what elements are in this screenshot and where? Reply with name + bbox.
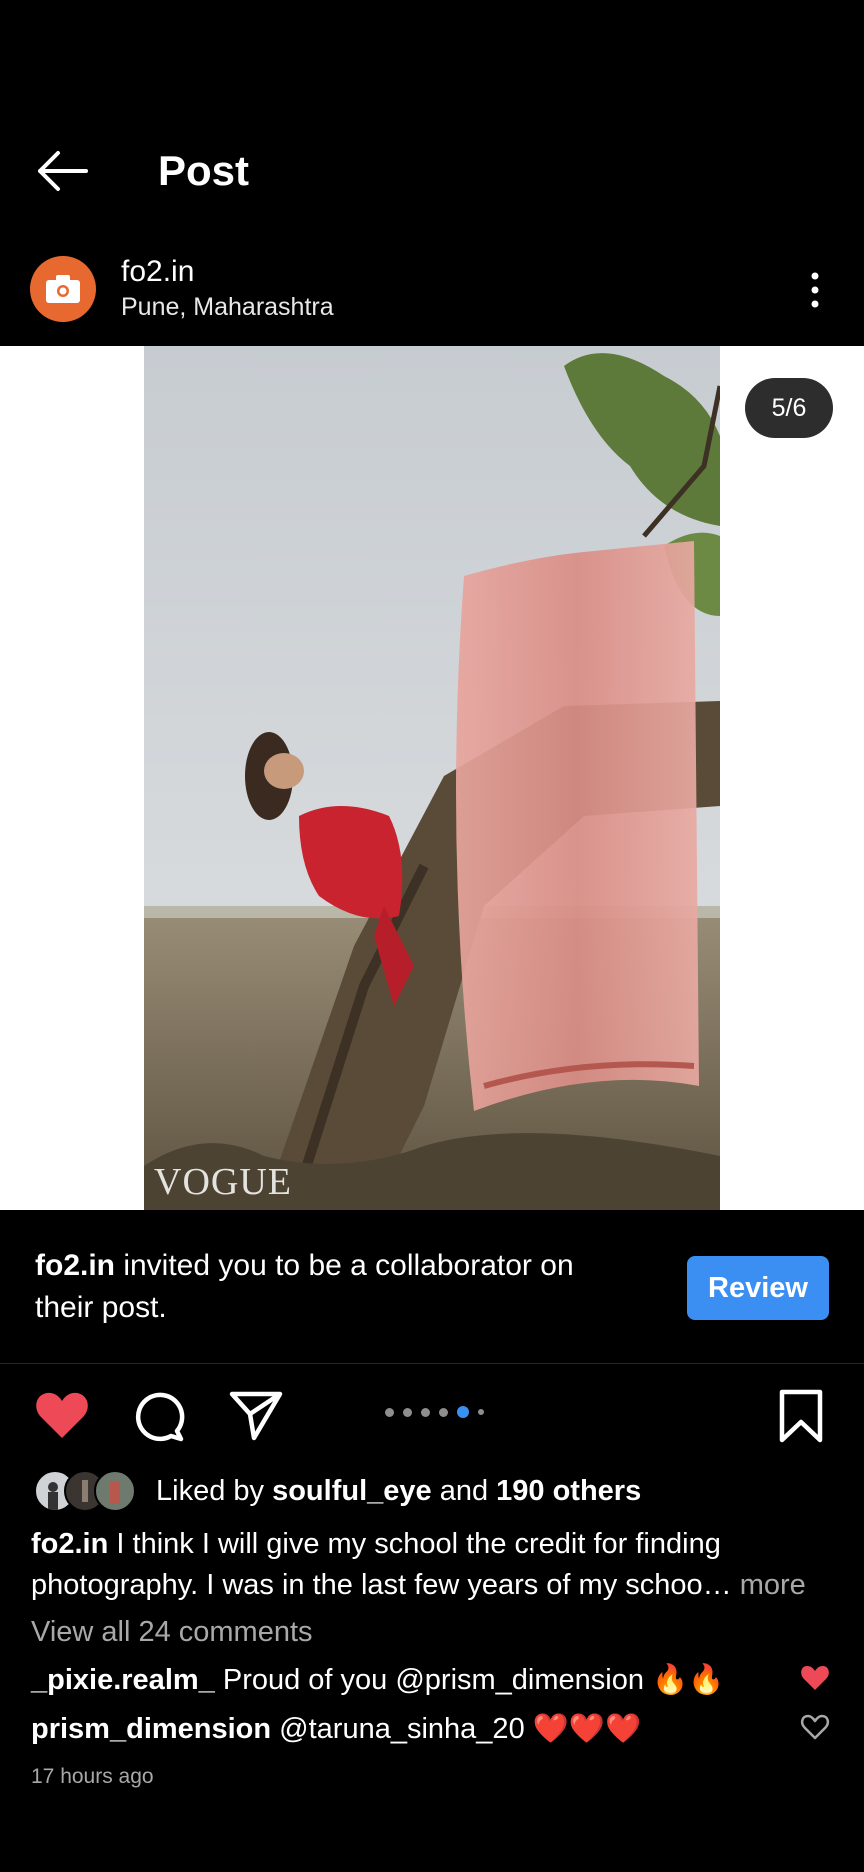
view-all-comments-link[interactable]: View all 24 comments — [31, 1612, 313, 1652]
vogue-watermark: VOGUE — [154, 1161, 292, 1203]
comment-text: @taruna_sinha_20 ❤️❤️❤️ — [271, 1713, 642, 1745]
liked-by-and: and — [431, 1475, 497, 1507]
post-caption[interactable]: fo2.in I think I will give my school the… — [31, 1524, 841, 1606]
comment-icon[interactable] — [131, 1388, 187, 1444]
caption-more-link[interactable]: more — [732, 1569, 806, 1601]
carousel-dots — [385, 1405, 484, 1419]
camera-icon — [46, 275, 80, 303]
caption-text: I think I will give my school the credit… — [31, 1528, 732, 1601]
liked-by-user[interactable]: soulful_eye — [272, 1475, 432, 1507]
comment-username[interactable]: prism_dimension — [31, 1713, 271, 1745]
comment-like-heart-icon[interactable] — [800, 1664, 830, 1692]
liker-avatars[interactable] — [34, 1470, 144, 1512]
comment-row[interactable]: prism_dimension @taruna_sinha_20 ❤️❤️❤️ — [31, 1709, 641, 1749]
carousel-dot — [439, 1407, 448, 1417]
collab-username[interactable]: fo2.in — [35, 1249, 115, 1282]
post-photo[interactable]: VOGUE — [144, 346, 720, 1210]
avatar — [94, 1470, 136, 1512]
carousel-dot — [385, 1407, 394, 1417]
review-button[interactable]: Review — [687, 1256, 829, 1320]
page-title: Post — [158, 147, 250, 194]
carousel-dot — [403, 1407, 412, 1417]
post-location[interactable]: Pune, Maharashtra — [121, 292, 334, 322]
back-arrow-icon[interactable] — [34, 146, 90, 196]
avatar[interactable] — [30, 256, 96, 322]
share-paper-plane-icon[interactable] — [228, 1388, 284, 1442]
liked-by-prefix: Liked by — [156, 1475, 273, 1507]
collab-invite-text: fo2.in invited you to be a collaborator … — [35, 1245, 625, 1329]
carousel-dot — [478, 1409, 484, 1415]
comment-like-heart-outline-icon[interactable] — [800, 1713, 830, 1741]
comment-row[interactable]: _pixie.realm_ Proud of you @prism_dimens… — [31, 1660, 724, 1700]
post-timestamp: 17 hours ago — [31, 1765, 154, 1788]
more-options-icon[interactable] — [798, 268, 832, 312]
carousel-dot-active — [457, 1406, 469, 1418]
liked-by-text[interactable]: Liked by soulful_eye and 190 others — [156, 1472, 641, 1510]
carousel-dot — [421, 1407, 430, 1417]
bookmark-icon[interactable] — [776, 1388, 826, 1444]
comment-text: Proud of you @prism_dimension 🔥🔥 — [214, 1664, 725, 1696]
caption-username[interactable]: fo2.in — [31, 1528, 108, 1560]
collab-message: invited you to be a collaborator on thei… — [35, 1249, 574, 1324]
carousel-counter-badge: 5/6 — [745, 378, 833, 438]
like-heart-icon[interactable] — [34, 1389, 90, 1441]
comment-username[interactable]: _pixie.realm_ — [31, 1664, 215, 1696]
divider — [0, 1363, 864, 1364]
post-author-username[interactable]: fo2.in — [121, 254, 194, 290]
liked-by-others[interactable]: 190 others — [496, 1475, 641, 1507]
